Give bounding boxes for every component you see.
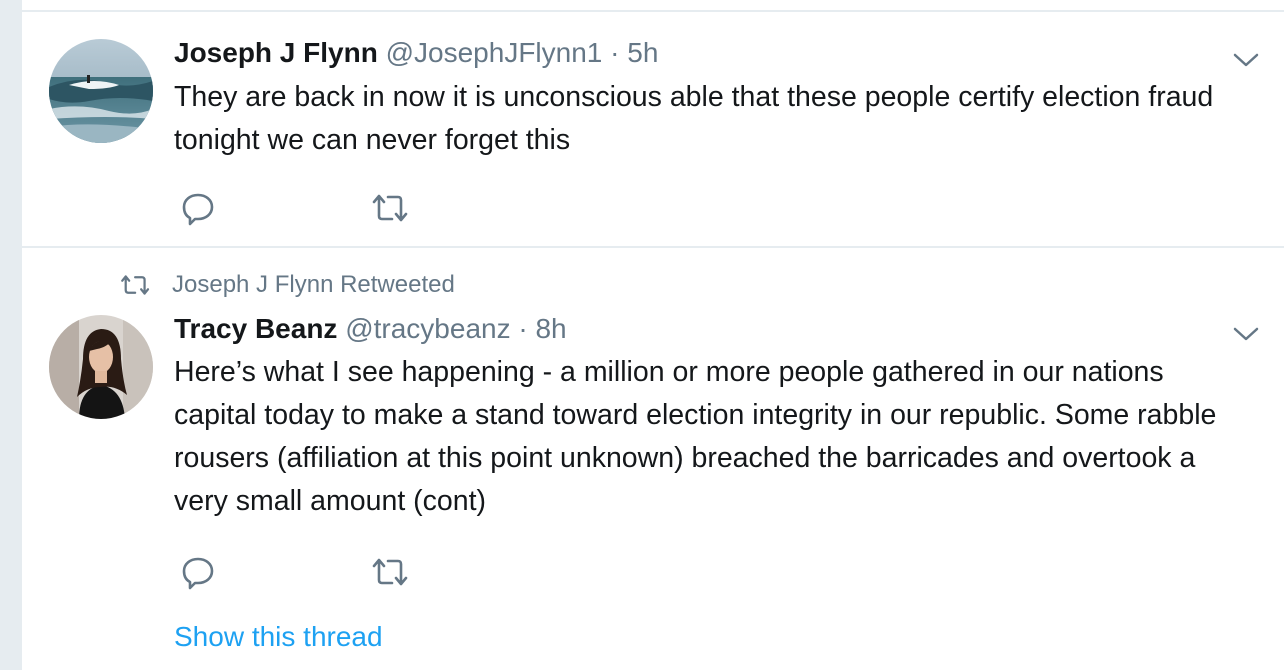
tweet-header: Tracy Beanz @tracybeanz · 8h bbox=[174, 312, 567, 346]
separator: · bbox=[518, 313, 528, 344]
retweet-context-label: Joseph J Flynn Retweeted bbox=[172, 271, 455, 298]
reply-icon bbox=[182, 193, 214, 226]
tweet[interactable]: Joseph J Flynn Retweeted Tracy Beanz @tr… bbox=[22, 248, 1284, 670]
timestamp[interactable]: 8h bbox=[535, 313, 566, 344]
author-name[interactable]: Tracy Beanz bbox=[174, 313, 337, 344]
left-rail bbox=[0, 0, 22, 670]
retweet-icon bbox=[372, 194, 408, 222]
retweet-icon bbox=[121, 275, 150, 295]
reply-button[interactable] bbox=[178, 188, 218, 228]
tweet[interactable]: Joseph J Flynn @JosephJFlynn1 · 5h They … bbox=[22, 12, 1284, 246]
woman-portrait-avatar[interactable] bbox=[49, 315, 153, 419]
chevron-down-icon[interactable] bbox=[1232, 50, 1260, 70]
author-name[interactable]: Joseph J Flynn bbox=[174, 37, 378, 68]
tweet-text: They are back in now it is unconscious a… bbox=[174, 81, 1214, 156]
timeline: Joseph J Flynn @JosephJFlynn1 · 5h They … bbox=[0, 0, 1284, 670]
retweet-button[interactable] bbox=[370, 552, 410, 592]
tweet-header: Joseph J Flynn @JosephJFlynn1 · 5h bbox=[174, 36, 658, 70]
separator: · bbox=[610, 37, 620, 68]
timestamp[interactable]: 5h bbox=[627, 37, 658, 68]
author-handle[interactable]: @tracybeanz bbox=[345, 313, 510, 344]
surfer-wave-avatar[interactable] bbox=[49, 39, 153, 143]
reply-icon bbox=[182, 557, 214, 590]
tweet-text: Here’s what I see happening - a million … bbox=[174, 356, 1217, 517]
author-handle[interactable]: @JosephJFlynn1 bbox=[386, 37, 603, 68]
retweet-icon bbox=[372, 558, 408, 586]
reply-button[interactable] bbox=[178, 552, 218, 592]
retweet-button[interactable] bbox=[370, 188, 410, 228]
show-thread-link[interactable]: Show this thread bbox=[174, 620, 383, 654]
chevron-down-icon[interactable] bbox=[1232, 324, 1260, 344]
